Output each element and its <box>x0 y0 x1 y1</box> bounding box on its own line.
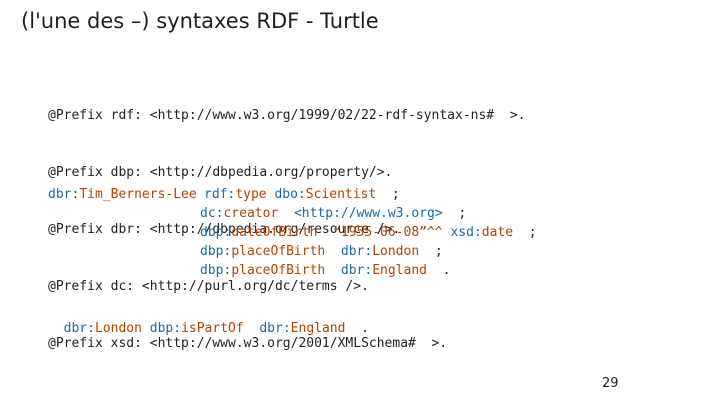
s1-terminator: ; <box>391 187 400 202</box>
statement-1: rdf:type dbo:Scientist ; <box>204 185 400 204</box>
slide-title: (l'une des –) syntaxes RDF - Turtle <box>21 9 379 33</box>
s3-literal: “1955-06-08”^^ <box>333 225 443 240</box>
s2-predicate-local: creator <box>223 206 279 221</box>
t2-subject-local: London <box>94 321 142 336</box>
subject-term: dbr:Tim_Berners-Lee <box>48 185 197 204</box>
statement-2: dc:creator <http://www.w3.org> ; <box>200 204 466 223</box>
s5-object-prefix: dbr: <box>340 263 373 278</box>
t2-terminator: . <box>361 321 369 336</box>
s5-object-local: England <box>372 263 427 278</box>
s3-predicate-local: dateOfBirth <box>231 225 318 240</box>
triple-block-tim: dbr:Tim_Berners-Lee rdf:type dbo:Scienti… <box>48 185 608 285</box>
s4-terminator: ; <box>434 244 443 259</box>
t2-object-local: England <box>290 321 346 336</box>
s5-terminator: . <box>442 263 451 278</box>
s4-object-local: London <box>372 244 420 259</box>
statement-4: dbp:placeOfBirth dbr:London ; <box>200 242 443 261</box>
s1-predicate-prefix: rdf: <box>204 187 236 202</box>
s4-predicate-local: placeOfBirth <box>231 244 326 259</box>
s4-object-prefix: dbr: <box>340 244 373 259</box>
s5-predicate-local: placeOfBirth <box>231 263 326 278</box>
page-number: 29 <box>602 376 619 391</box>
s2-predicate-prefix: dc: <box>200 206 224 221</box>
s3-type-prefix: xsd: <box>450 225 482 240</box>
s2-terminator: ; <box>458 206 467 221</box>
s1-predicate-local: type <box>235 187 267 202</box>
t2-predicate-local: isPartOf <box>181 321 244 336</box>
s5-predicate-prefix: dbp: <box>200 263 232 278</box>
subject-prefix: dbr: <box>48 187 80 202</box>
t2-predicate-prefix: dbp: <box>149 321 182 336</box>
s1-object-prefix: dbo: <box>274 187 306 202</box>
triple-block-london: dbr:London dbp:isPartOf dbr:England . <box>48 300 369 338</box>
statement-3: dbp:dateOfBirth “1955-06-08”^^ xsd:date … <box>200 223 537 242</box>
s3-type-local: date <box>481 225 514 240</box>
t2-object-prefix: dbr: <box>259 321 291 336</box>
prefix-line-rdf: @Prefix rdf: <http://www.w3.org/1999/02/… <box>48 108 526 123</box>
s3-terminator: ; <box>528 225 537 240</box>
statement-5: dbp:placeOfBirth dbr:England . <box>200 261 450 280</box>
s3-predicate-prefix: dbp: <box>200 225 232 240</box>
s4-predicate-prefix: dbp: <box>200 244 232 259</box>
s2-object-uri: <http://www.w3.org> <box>293 206 443 221</box>
s1-object-local: Scientist <box>305 187 377 202</box>
t2-subject-prefix: dbr: <box>63 321 95 336</box>
subject-local: Tim_Berners-Lee <box>79 187 197 202</box>
prefix-line-dbp: @Prefix dbp: <http://dbpedia.org/propert… <box>48 165 393 180</box>
